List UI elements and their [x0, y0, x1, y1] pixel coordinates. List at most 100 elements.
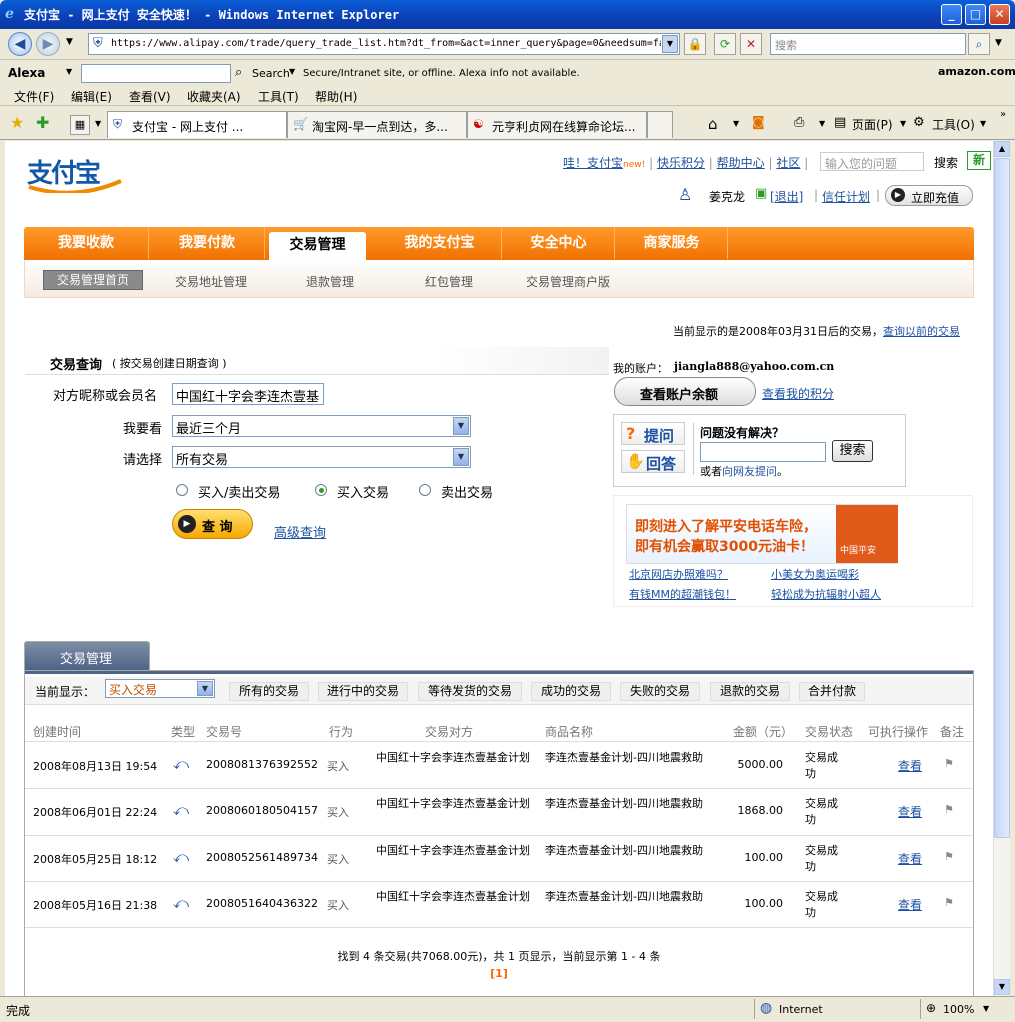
help-question-input[interactable] — [700, 442, 826, 462]
scroll-down-icon[interactable]: ▼ — [994, 979, 1010, 995]
menu-edit[interactable]: 编辑(E) — [71, 88, 112, 105]
history-dropdown-icon[interactable]: ▼ — [66, 37, 73, 47]
alexa-logo[interactable]: Alexa — [8, 66, 45, 80]
tab-taobao[interactable]: 🛒 淘宝网-早一点到达，多... — [287, 111, 467, 138]
amazon-logo[interactable]: amazon.com. — [938, 65, 1015, 78]
pagination-current[interactable]: [1] — [25, 967, 973, 980]
rss-icon[interactable]: ◙ — [752, 115, 765, 130]
trust-plan-link[interactable]: 信任计划 — [822, 188, 870, 205]
period-select[interactable]: 最近三个月 ▼ — [172, 415, 471, 437]
filter-refund[interactable]: 退款的交易 — [710, 682, 790, 701]
new-tab-button[interactable] — [647, 111, 673, 138]
nav-receive[interactable]: 我要收款 — [24, 227, 149, 259]
subnav-address[interactable]: 交易地址管理 — [175, 273, 247, 290]
menu-view[interactable]: 查看(V) — [129, 88, 171, 105]
menu-file[interactable]: 文件(F) — [14, 88, 54, 105]
print-dropdown-icon[interactable]: ▼ — [819, 119, 825, 128]
advanced-query-link[interactable]: 高级查询 — [274, 522, 326, 541]
nav-pay[interactable]: 我要付款 — [150, 227, 265, 259]
member-input[interactable]: 中国红十字会李连杰壹基 — [172, 383, 324, 405]
subnav-merchant-edition[interactable]: 交易管理商户版 — [526, 273, 610, 290]
new-badge[interactable]: 新 — [967, 151, 991, 170]
link-wa-alipay[interactable]: 哇！支付宝 — [563, 156, 623, 170]
nav-trade-management[interactable]: 交易管理 — [269, 232, 366, 260]
menu-help[interactable]: 帮助(H) — [315, 88, 357, 105]
ask-button[interactable]: ? 提问 — [621, 422, 685, 445]
tab-list-dropdown-icon[interactable]: ▼ — [95, 119, 101, 128]
ad-banner[interactable]: 即刻进入了解平安电话车险， 即有机会赢取3000元油卡！ 中国平安 — [626, 504, 898, 564]
radio-buy-sell[interactable] — [176, 484, 188, 496]
lock-icon[interactable]: 🔒 — [684, 33, 706, 55]
tools-menu[interactable]: 工具(O) — [932, 116, 975, 133]
filter-failed[interactable]: 失败的交易 — [620, 682, 700, 701]
home-dropdown-icon[interactable]: ▼ — [733, 119, 739, 128]
filter-awaiting-shipment[interactable]: 等待发货的交易 — [418, 682, 522, 701]
alexa-dropdown-icon[interactable]: ▼ — [66, 67, 72, 76]
minimize-button[interactable]: _ — [941, 4, 962, 25]
link-community[interactable]: 社区 — [776, 156, 800, 170]
radio-buy[interactable] — [315, 484, 327, 496]
menu-tools[interactable]: 工具(T) — [258, 88, 299, 105]
row-view-link[interactable]: 查看 — [898, 896, 922, 913]
row-view-link[interactable]: 查看 — [898, 803, 922, 820]
help-search-button[interactable]: 搜索 — [934, 154, 958, 171]
alipay-logo[interactable]: 支付宝 — [25, 153, 125, 195]
stop-button[interactable]: ✕ — [740, 33, 762, 55]
address-bar[interactable]: ⛨ https://www.alipay.com/trade/query_tra… — [88, 33, 680, 55]
logout-link[interactable]: [退出] — [770, 188, 803, 205]
query-earlier-link[interactable]: 查询以前的交易 — [883, 325, 960, 338]
current-filter-select[interactable]: 买入交易 ▼ — [105, 679, 215, 698]
ask-friends-link[interactable]: 向网友提问 — [722, 465, 777, 478]
link-happy-points[interactable]: 快乐积分 — [657, 156, 705, 170]
browser-search-input[interactable]: 搜索 — [770, 33, 966, 55]
home-icon[interactable]: ⌂ — [708, 115, 718, 133]
print-icon[interactable]: ⎙ — [794, 115, 804, 130]
page-menu[interactable]: 页面(P) — [852, 116, 893, 133]
subnav-home[interactable]: 交易管理首页 — [43, 270, 143, 290]
recharge-button[interactable]: ▶ 立即充值 — [885, 185, 973, 206]
help-search-submit[interactable]: 搜索 — [832, 440, 873, 462]
add-favorites-icon[interactable]: ✚ — [36, 113, 49, 132]
query-button[interactable]: ▶ 查 询 — [172, 509, 253, 539]
filter-combined[interactable]: 合并付款 — [799, 682, 865, 701]
search-icon[interactable]: ⌕ — [968, 33, 990, 55]
nav-security[interactable]: 安全中心 — [503, 227, 615, 259]
ad-link-2[interactable]: 小美女为奥运喝彩 — [771, 566, 859, 582]
subnav-redpacket[interactable]: 红包管理 — [425, 273, 473, 290]
scroll-up-icon[interactable]: ▲ — [994, 141, 1010, 157]
flag-icon[interactable]: ⚑ — [944, 803, 954, 816]
ad-link-1[interactable]: 北京网店办照难吗？ — [629, 566, 728, 582]
ad-link-4[interactable]: 轻松成为抗辐射小超人 — [771, 586, 881, 602]
scroll-thumb[interactable] — [994, 158, 1010, 838]
help-search-input[interactable]: 输入您的问题 — [820, 152, 924, 171]
tools-dropdown-icon[interactable]: ▼ — [980, 119, 986, 128]
view-balance-button[interactable]: 查看账户余额 — [614, 377, 756, 406]
row-view-link[interactable]: 查看 — [898, 757, 922, 774]
forward-button[interactable]: ▶ — [36, 32, 60, 56]
filter-in-progress[interactable]: 进行中的交易 — [318, 682, 408, 701]
vertical-scrollbar[interactable]: ▲ ▼ — [993, 141, 1010, 996]
filter-success[interactable]: 成功的交易 — [531, 682, 611, 701]
link-help-center[interactable]: 帮助中心 — [717, 156, 765, 170]
subnav-refund[interactable]: 退款管理 — [306, 273, 354, 290]
quick-tabs-icon[interactable]: ▦ — [70, 115, 90, 135]
view-points-link[interactable]: 查看我的积分 — [762, 385, 834, 402]
tab-alipay[interactable]: ⛨ 支付宝 - 网上支付 ... — [107, 111, 287, 138]
nav-merchant[interactable]: 商家服务 — [616, 227, 728, 259]
radio-sell[interactable] — [419, 484, 431, 496]
answer-button[interactable]: ✋ 回答 — [621, 450, 685, 473]
tab-yuanheng[interactable]: ☯ 元亨利贞网在线算命论坛... — [467, 111, 647, 138]
address-dropdown-icon[interactable]: ▼ — [662, 35, 678, 53]
flag-icon[interactable]: ⚑ — [944, 757, 954, 770]
close-window-button[interactable]: ✕ — [989, 4, 1010, 25]
page-dropdown-icon[interactable]: ▼ — [900, 119, 906, 128]
flag-icon[interactable]: ⚑ — [944, 896, 954, 909]
favorites-star-icon[interactable]: ★ — [10, 113, 24, 132]
zoom-level[interactable]: 100% — [943, 1003, 974, 1016]
refresh-button[interactable]: ⟳ — [714, 33, 736, 55]
filter-all[interactable]: 所有的交易 — [229, 682, 309, 701]
menu-favorites[interactable]: 收藏夹(A) — [187, 88, 241, 105]
flag-icon[interactable]: ⚑ — [944, 850, 954, 863]
back-button[interactable]: ◀ — [8, 32, 32, 56]
trade-panel-tab[interactable]: 交易管理 — [24, 641, 150, 670]
